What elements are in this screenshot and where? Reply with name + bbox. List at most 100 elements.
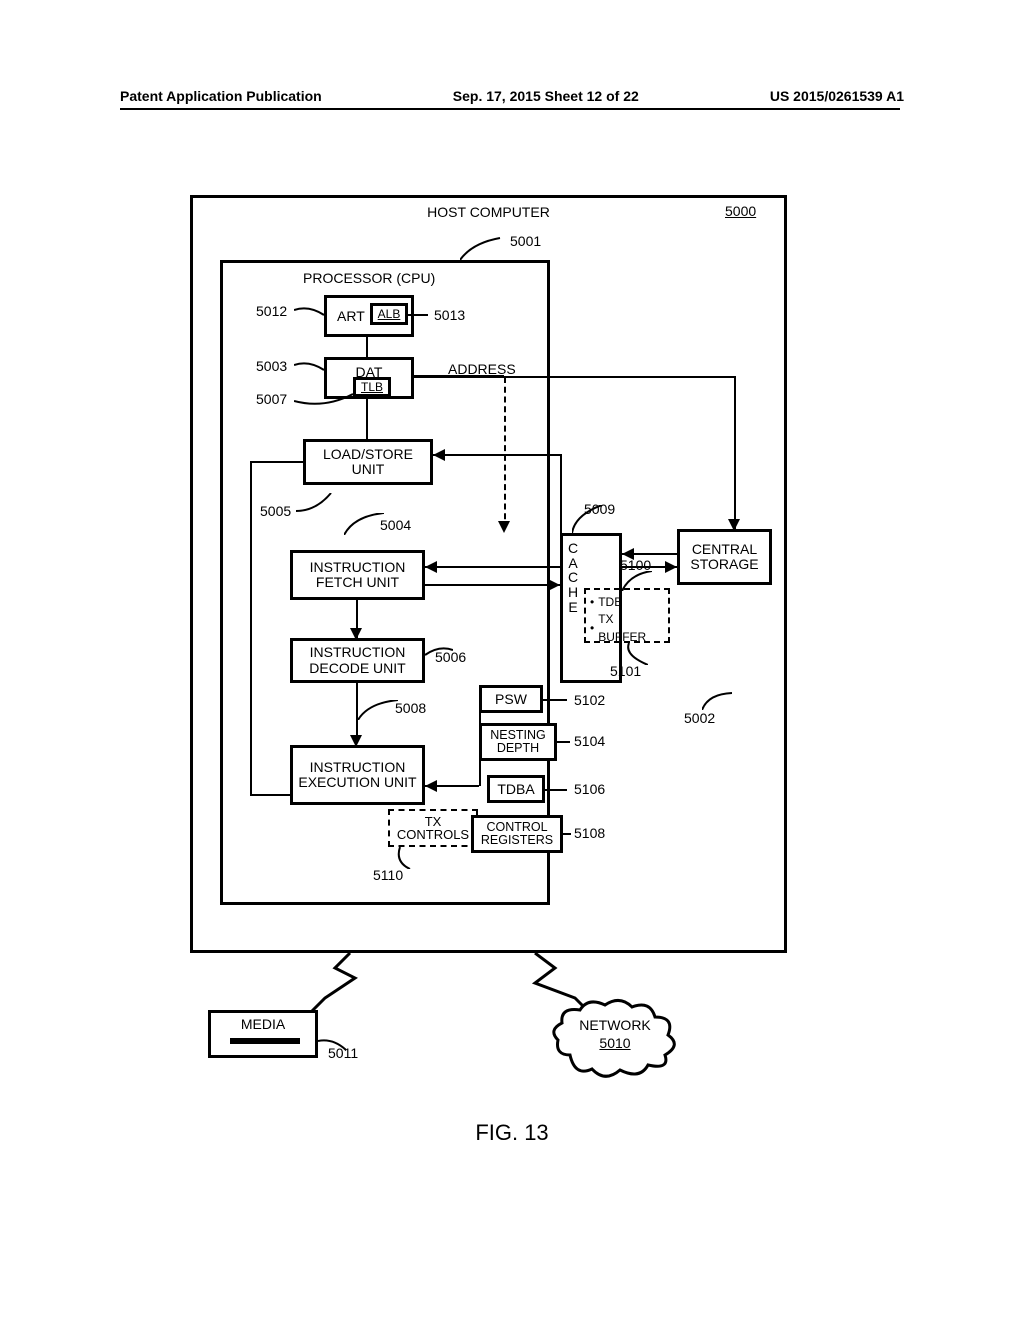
tdb-label: TDB [598,594,622,611]
load-store-box: LOAD/STORE UNIT [303,439,433,485]
conn-bus-left [250,461,252,796]
ah-addr-cache [498,521,510,533]
leader-5104 [557,741,570,743]
ah-cache-ls [433,449,445,461]
zig-media [300,953,360,1013]
conn-addr-down-cs [734,376,736,529]
conn-addr-right [414,376,734,378]
ah-cache-cs [665,561,677,573]
tlb-box: TLB [353,377,391,397]
leader-5001 [460,235,510,260]
ah-fetch-cache-r [548,579,560,591]
tdba-label: TDBA [497,781,534,797]
nesting-label: NESTING DEPTH [482,729,554,755]
art-label: ART [337,308,365,324]
ref-5108: 5108 [574,825,605,841]
ref-5101: 5101 [610,663,641,679]
leader-5002 [702,690,732,710]
network-cloud-text: NETWORK 5010 [550,1017,680,1052]
ah-exec-left [425,780,437,792]
fetch-label: INSTRUCTION FETCH UNIT [293,560,422,591]
alb-box: ALB [370,303,408,325]
leader-5110 [395,847,415,869]
exec-box: INSTRUCTION EXECUTION UNIT [290,745,425,805]
leader-5100 [622,571,652,591]
ref-5003: 5003 [256,358,287,374]
leader-5007 [294,391,353,406]
caption-text: FIG. 13 [475,1120,548,1145]
ah-fetch-cache-l [425,561,437,573]
tdba-box: TDBA [487,775,545,803]
ref-5102: 5102 [574,692,605,708]
conn-bus-exec [250,794,290,796]
processor-label: PROCESSOR (CPU) [303,270,435,286]
ref-5002: 5002 [684,710,715,726]
ref-5007: 5007 [256,391,287,407]
alb-label: ALB [378,307,401,321]
exec-label: INSTRUCTION EXECUTION UNIT [293,760,422,791]
ref-5006: 5006 [435,649,466,665]
conn-ls-cache-v [560,454,562,539]
ah-cs-cache [622,548,634,560]
control-regs-label: CONTROL REGISTERS [474,821,560,847]
decode-label: INSTRUCTION DECODE UNIT [293,645,422,676]
header-center: Sep. 17, 2015 Sheet 12 of 22 [453,88,639,104]
leader-5101 [624,643,648,665]
psw-label: PSW [495,691,527,707]
ref-5000: 5000 [725,203,756,219]
fetch-box: INSTRUCTION FETCH UNIT [290,550,425,600]
leader-5013 [408,314,428,316]
page-header: Patent Application Publication Sep. 17, … [0,88,1024,104]
leader-5012 [294,305,324,320]
control-regs-box: CONTROL REGISTERS [471,815,563,853]
conn-fetch-cache-b [425,584,560,586]
media-label: MEDIA [241,1016,285,1032]
conn-ls-left [250,461,303,463]
leader-5106 [545,789,567,791]
media-box: MEDIA [208,1010,318,1058]
leader-5003 [294,360,324,375]
header-right: US 2015/0261539 A1 [770,88,904,104]
tlb-label: TLB [361,380,383,394]
network-cloud: NETWORK 5010 [550,995,680,1080]
conn-ls-cache-h [433,454,560,456]
header-left: Patent Application Publication [120,88,322,104]
central-storage-box: CENTRAL STORAGE [677,529,772,585]
leader-5008 [358,700,398,720]
ref-5005: 5005 [260,503,291,519]
load-store-label: LOAD/STORE UNIT [306,447,430,478]
leader-5102 [543,699,567,701]
figure-caption: FIG. 13 [0,1120,1024,1146]
conn-dat-ls [366,399,368,439]
ref-5012: 5012 [256,303,287,319]
ref-5110: 5110 [373,867,403,883]
ref-5009: 5009 [584,501,615,517]
ref-5104: 5104 [574,733,605,749]
decode-box: INSTRUCTION DECODE UNIT [290,638,425,683]
leader-5108 [563,833,571,835]
ref-5011: 5011 [328,1045,358,1061]
diagram-canvas: HOST COMPUTER 5000 5001 PROCESSOR (CPU) … [190,195,787,1075]
host-computer-label: HOST COMPUTER [427,204,550,220]
conn-art-dat [366,337,368,357]
conn-fetch-cache-t [425,566,560,568]
network-label: NETWORK [579,1017,651,1033]
leader-5004 [344,513,384,535]
psw-box: PSW [479,685,543,713]
central-storage-label: CENTRAL STORAGE [680,542,769,573]
ref-5106: 5106 [574,781,605,797]
nesting-box: NESTING DEPTH [479,723,557,761]
ref-5004: 5004 [380,517,411,533]
cache-dash-box: •TDB •TX BUFFER [584,588,670,643]
ref-5008: 5008 [395,700,426,716]
media-slot [230,1038,300,1044]
tx-controls-label: TX CONTROLS [390,815,476,841]
dash-addr-down [504,377,506,529]
tx-buffer-label: TX BUFFER [598,611,664,646]
leader-5005 [296,493,336,513]
tdb-bullet: • [590,594,594,611]
cache-label: CACHE [566,541,580,614]
ref-5013: 5013 [434,307,465,323]
tx-controls-box: TX CONTROLS [388,809,478,847]
header-rule [120,108,900,110]
